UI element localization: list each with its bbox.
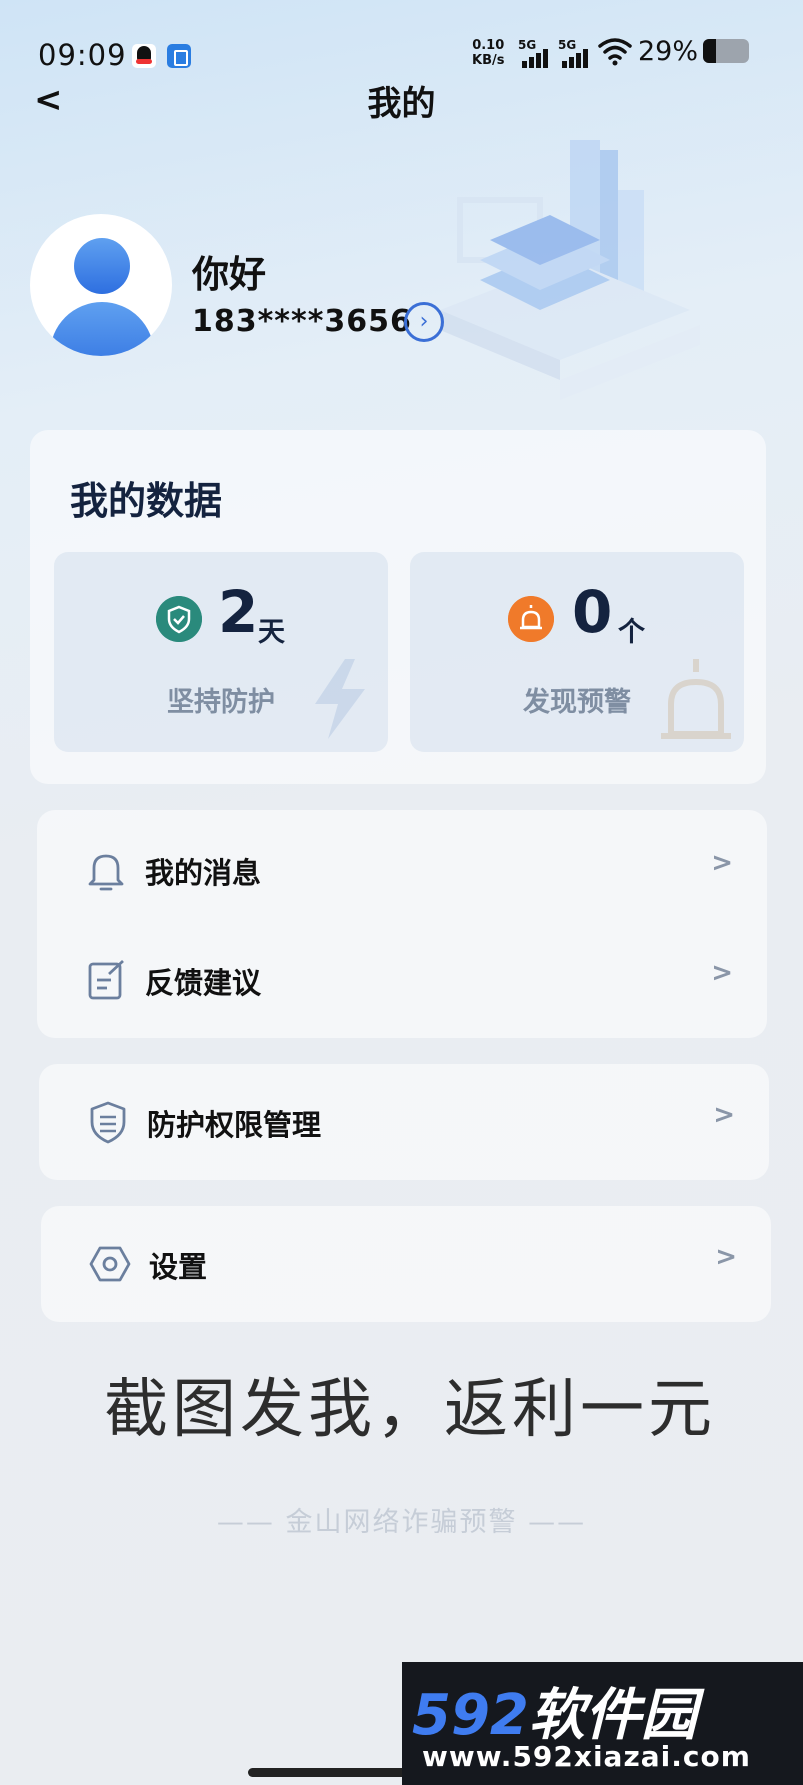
stat-value: 0 xyxy=(572,578,613,646)
signal-icon-1: 5G xyxy=(518,38,554,68)
menu-item-settings[interactable]: 设置 > xyxy=(41,1208,771,1318)
stat-unit: 天 xyxy=(258,617,285,648)
menu-group-1: 我的消息 > 反馈建议 > xyxy=(37,810,767,1038)
menu-item-messages[interactable]: 我的消息 > xyxy=(37,814,767,924)
watermark-url: www.592xiazai.com xyxy=(422,1740,751,1773)
network-speed-value: 0.10 xyxy=(472,38,505,53)
menu-group-3: 设置 > xyxy=(41,1206,771,1322)
menu-label: 设置 xyxy=(149,1250,208,1284)
signal-icon-2: 5G xyxy=(558,38,594,68)
hex-gear-icon xyxy=(89,1246,131,1282)
bell-icon xyxy=(88,854,124,891)
menu-label: 反馈建议 xyxy=(145,966,262,1000)
menu-item-feedback[interactable]: 反馈建议 > xyxy=(37,924,767,1034)
battery-icon xyxy=(703,39,749,63)
watermark: 592软件园 www.592xiazai.com xyxy=(402,1662,803,1785)
stat-value: 2 xyxy=(218,578,259,646)
avatar[interactable] xyxy=(30,214,172,356)
watermark-logo-text: 软件园 xyxy=(528,1683,697,1748)
stat-warnings-found[interactable]: 0 个 发现预警 xyxy=(410,552,744,752)
menu-item-protection-permissions[interactable]: 防护权限管理 > xyxy=(39,1066,769,1176)
chevron-right-icon: > xyxy=(711,958,733,988)
menu-label: 我的消息 xyxy=(145,856,262,890)
battery-percent: 29% xyxy=(638,36,699,67)
chevron-right-icon: > xyxy=(711,848,733,878)
page-title: 我的 xyxy=(367,84,436,124)
watermark-logo-number: 592 xyxy=(412,1683,529,1748)
chevron-right-icon: > xyxy=(715,1242,737,1272)
footer-brand: —— 金山网络诈骗预警 —— xyxy=(216,1507,587,1538)
lightning-icon xyxy=(315,659,365,739)
qq-icon xyxy=(132,44,156,68)
status-time: 09:09 xyxy=(38,38,127,72)
my-data-card: 我的数据 2 天 坚持防护 0 个 发现预警 xyxy=(30,430,766,784)
battery-fill xyxy=(703,39,717,63)
greeting: 你好 xyxy=(192,253,266,296)
wifi-icon xyxy=(598,38,632,66)
shield-settings-icon xyxy=(90,1101,126,1144)
edit-note-icon xyxy=(88,959,124,1000)
stat-unit: 个 xyxy=(618,617,645,648)
siren-icon xyxy=(661,659,731,739)
network-speed: 0.10 KB/s xyxy=(472,38,504,68)
phone-number: 183****3656 xyxy=(192,304,412,339)
alarm-icon xyxy=(508,596,554,642)
network-speed-unit: KB/s xyxy=(472,53,505,68)
menu-group-2: 防护权限管理 > xyxy=(39,1064,769,1180)
app-icon xyxy=(167,44,191,68)
city-illustration xyxy=(440,140,700,400)
shield-check-icon xyxy=(156,596,202,642)
watermark-logo: 592软件园 xyxy=(412,1670,697,1751)
chevron-right-icon: > xyxy=(713,1100,735,1130)
stat-protection-days[interactable]: 2 天 坚持防护 xyxy=(54,552,388,752)
profile-arrow-button[interactable]: › xyxy=(404,302,444,342)
overlay-caption: 截图发我，返利一元 xyxy=(104,1373,716,1447)
menu-label: 防护权限管理 xyxy=(147,1108,322,1142)
my-data-title: 我的数据 xyxy=(70,479,223,523)
